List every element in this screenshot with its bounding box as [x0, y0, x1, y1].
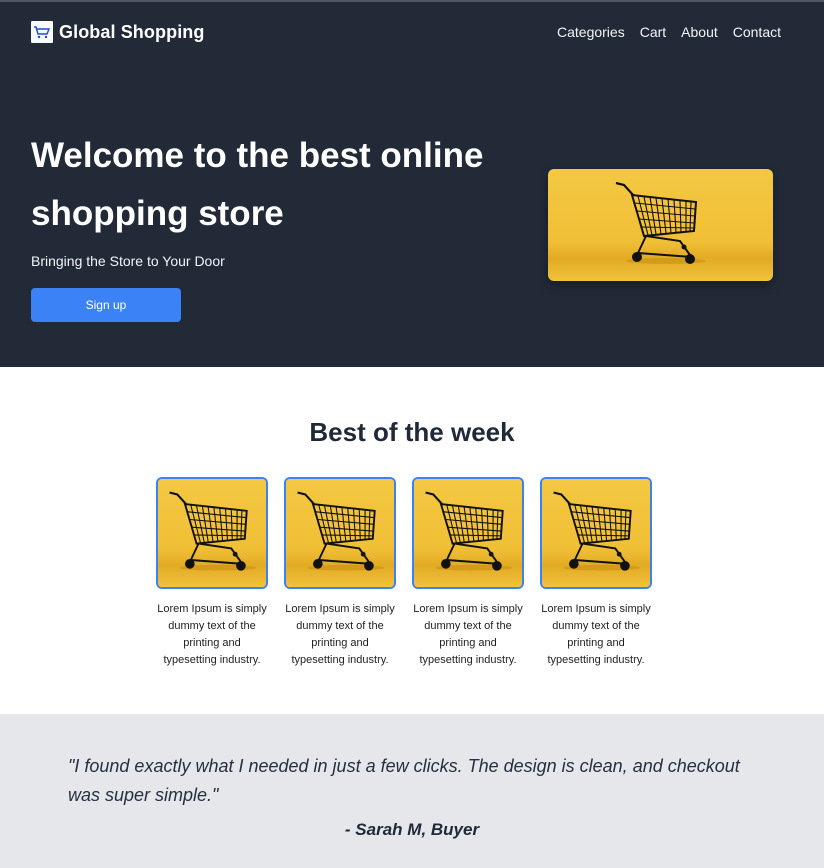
product-card[interactable]: Lorem Ipsum is simply dummy text of the …: [412, 477, 524, 669]
best-of-week-section: Best of the week Lorem Ipsum is simply d…: [0, 367, 824, 714]
product-description: Lorem Ipsum is simply dummy text of the …: [285, 603, 395, 666]
testimonial-quote: "I found exactly what I needed in just a…: [68, 756, 740, 805]
signup-button[interactable]: Sign up: [31, 288, 181, 322]
shopping-cart-image: [286, 479, 394, 587]
hero-cart-image: [548, 169, 773, 281]
hero-section: Global Shopping Categories Cart About Co…: [0, 0, 824, 367]
product-description: Lorem Ipsum is simply dummy text of the …: [157, 603, 267, 666]
product-card[interactable]: Lorem Ipsum is simply dummy text of the …: [284, 477, 396, 669]
section-title: Best of the week: [309, 417, 515, 447]
nav-about-link[interactable]: About: [681, 24, 718, 40]
testimonial-author: - Sarah M, Buyer: [344, 820, 480, 839]
nav-contact-link[interactable]: Contact: [733, 24, 781, 40]
shopping-cart-image: [158, 479, 266, 587]
nav-categories-link[interactable]: Categories: [557, 24, 625, 40]
shopping-cart-logo-icon[interactable]: [31, 21, 53, 43]
product-card[interactable]: Lorem Ipsum is simply dummy text of the …: [156, 477, 268, 669]
product-card[interactable]: Lorem Ipsum is simply dummy text of the …: [540, 477, 652, 669]
hero-title: Welcome to the best online shopping stor…: [31, 136, 484, 233]
product-list: Lorem Ipsum is simply dummy text of the …: [156, 477, 652, 669]
shopping-cart-image: [548, 169, 773, 281]
product-image[interactable]: [412, 477, 524, 589]
testimonial-section: "I found exactly what I needed in just a…: [0, 714, 824, 868]
shopping-cart-image: [542, 479, 650, 587]
product-description: Lorem Ipsum is simply dummy text of the …: [413, 603, 523, 666]
product-image[interactable]: [284, 477, 396, 589]
product-image[interactable]: [156, 477, 268, 589]
shopping-cart-image: [414, 479, 522, 587]
nav-links: Categories Cart About Contact: [557, 24, 781, 40]
product-image[interactable]: [540, 477, 652, 589]
top-border: [0, 0, 824, 2]
top-nav: Global Shopping Categories Cart About Co…: [31, 20, 781, 44]
nav-cart-link[interactable]: Cart: [640, 24, 666, 40]
hero-subtitle: Bringing the Store to Your Door: [31, 253, 225, 269]
product-description: Lorem Ipsum is simply dummy text of the …: [541, 603, 651, 666]
brand-name[interactable]: Global Shopping: [59, 22, 204, 43]
